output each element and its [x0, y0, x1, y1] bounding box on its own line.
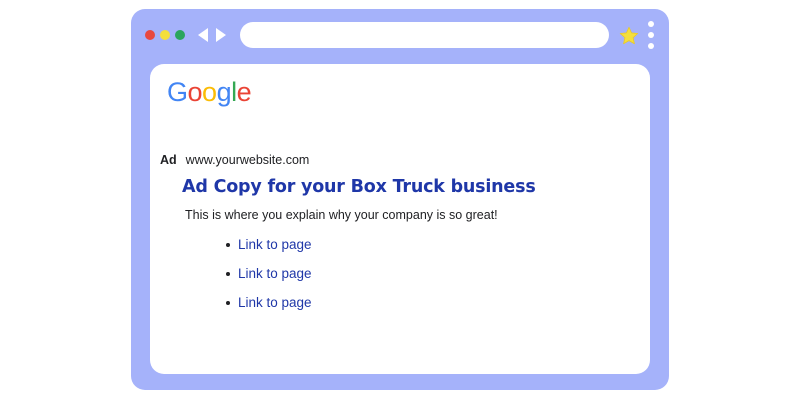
- close-window-dot[interactable]: [145, 30, 155, 40]
- logo-letter: o: [202, 77, 217, 107]
- menu-dot: [648, 32, 654, 38]
- ad-description: This is where you explain why your compa…: [185, 208, 498, 222]
- sitelink[interactable]: Link to page: [238, 237, 312, 252]
- sitelink-item: Link to page: [224, 259, 312, 288]
- ad-headline-link[interactable]: Ad Copy for your Box Truck business: [182, 177, 536, 197]
- logo-letter: g: [216, 77, 232, 107]
- maximize-window-dot[interactable]: [175, 30, 185, 40]
- star-icon[interactable]: [618, 25, 640, 47]
- page-content: Google Ad www.yourwebsite.com Ad Copy for…: [150, 64, 650, 374]
- ad-badge: Ad: [160, 153, 177, 167]
- back-arrow-icon[interactable]: [195, 27, 211, 43]
- browser-window: Google Ad www.yourwebsite.com Ad Copy for…: [131, 9, 669, 390]
- ad-header: Ad www.yourwebsite.com: [160, 153, 309, 167]
- bullet-icon: [226, 243, 230, 247]
- minimize-window-dot[interactable]: [160, 30, 170, 40]
- logo-letter: G: [167, 77, 188, 107]
- menu-dot: [648, 21, 654, 27]
- forward-arrow-icon[interactable]: [213, 27, 229, 43]
- logo-letter: e: [236, 77, 252, 107]
- sitelink[interactable]: Link to page: [238, 266, 312, 281]
- ad-display-url[interactable]: www.yourwebsite.com: [186, 153, 310, 167]
- bullet-icon: [226, 272, 230, 276]
- kebab-menu-icon[interactable]: [646, 21, 656, 49]
- sitelink-item: Link to page: [224, 230, 312, 259]
- menu-dot: [648, 43, 654, 49]
- sitelink-item: Link to page: [224, 288, 312, 317]
- sitelinks-list: Link to page Link to page Link to page: [224, 230, 312, 317]
- logo-letter: o: [187, 77, 203, 107]
- bullet-icon: [226, 301, 230, 305]
- address-bar[interactable]: [240, 22, 609, 48]
- google-logo: Google: [167, 77, 252, 107]
- sitelink[interactable]: Link to page: [238, 295, 312, 310]
